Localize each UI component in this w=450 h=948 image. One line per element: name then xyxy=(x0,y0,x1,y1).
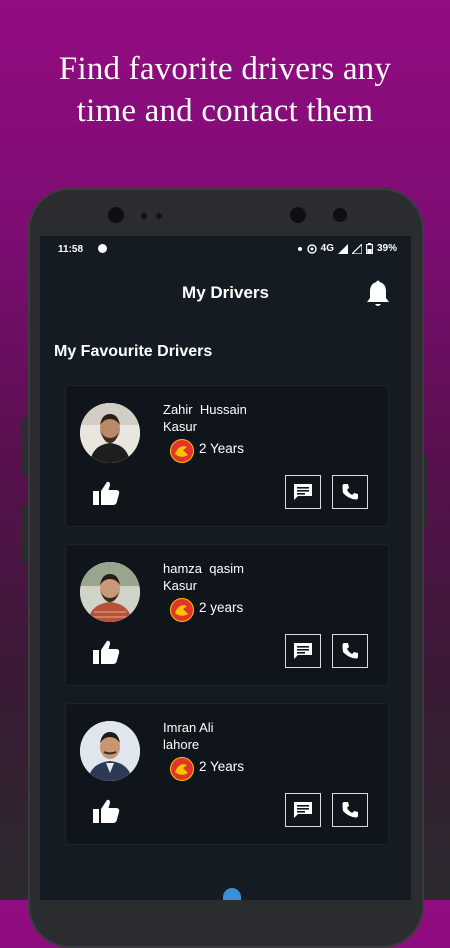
experience-badge-icon xyxy=(170,757,194,781)
headline-line-2: time and contact them xyxy=(76,93,374,129)
message-button[interactable] xyxy=(285,793,321,827)
phone-volume-down xyxy=(22,505,27,563)
call-button[interactable] xyxy=(332,634,368,668)
section-title: My Favourite Drivers xyxy=(54,343,213,360)
signal-icon-2 xyxy=(351,243,362,254)
driver-card[interactable]: Imran Ali lahore 2 Years xyxy=(65,703,389,845)
battery-level: 39% xyxy=(376,243,397,254)
driver-avatar xyxy=(80,562,140,622)
driver-experience: 2 Years xyxy=(199,759,245,774)
hotspot-icon xyxy=(306,243,317,254)
thumbs-up-icon[interactable] xyxy=(92,639,120,665)
driver-avatar xyxy=(80,721,140,781)
status-bar: 11:58 4G 39% xyxy=(40,236,411,264)
driver-city: Kasur xyxy=(163,419,197,434)
thumbs-up-icon[interactable] xyxy=(92,480,120,506)
status-right-icons: 4G 39% xyxy=(297,243,397,254)
experience-badge-icon xyxy=(170,598,194,622)
message-icon xyxy=(294,643,312,659)
call-button[interactable] xyxy=(332,475,368,509)
battery-icon xyxy=(366,243,373,254)
driver-name: Zahir Hussain xyxy=(163,402,247,417)
network-type: 4G xyxy=(320,243,334,254)
message-icon xyxy=(294,484,312,500)
thumbs-up-icon[interactable] xyxy=(92,798,120,824)
bottom-nav-indicator xyxy=(223,888,241,900)
driver-name: hamza qasim xyxy=(163,561,244,576)
message-button[interactable] xyxy=(285,475,321,509)
phone-icon xyxy=(342,802,358,818)
phone-icon xyxy=(342,484,358,500)
proximity-sensor xyxy=(333,208,347,222)
dot-icon xyxy=(297,246,302,251)
driver-name: Imran Ali xyxy=(163,720,214,735)
driver-card[interactable]: Zahir Hussain Kasur 2 Years xyxy=(65,385,389,527)
bell-icon[interactable] xyxy=(365,280,391,308)
experience-badge-icon xyxy=(170,439,194,463)
driver-city: lahore xyxy=(163,737,200,752)
headline-line-1: Find favorite drivers any xyxy=(58,51,392,87)
sensor-dot xyxy=(141,213,147,219)
phone-volume-up xyxy=(22,418,27,476)
front-camera-left xyxy=(108,207,124,223)
promo-headline: Find favorite drivers any time and conta… xyxy=(0,48,450,132)
driver-avatar xyxy=(80,403,140,463)
driver-experience: 2 years xyxy=(199,600,244,615)
driver-experience: 2 Years xyxy=(199,441,245,456)
message-icon xyxy=(294,802,312,818)
page-title: My Drivers xyxy=(182,283,269,302)
app-screen: 11:58 4G 39% My Drivers My Favourite Dri… xyxy=(40,236,411,900)
driver-card[interactable]: hamza qasim Kasur 2 years xyxy=(65,544,389,686)
call-button[interactable] xyxy=(332,793,368,827)
signal-icon xyxy=(337,243,348,254)
driver-city: Kasur xyxy=(163,578,197,593)
message-button[interactable] xyxy=(285,634,321,668)
status-time: 11:58 xyxy=(58,244,84,255)
messenger-notification-icon xyxy=(98,244,107,253)
sensor-dot xyxy=(156,213,162,219)
front-camera-right xyxy=(290,207,306,223)
phone-icon xyxy=(342,643,358,659)
